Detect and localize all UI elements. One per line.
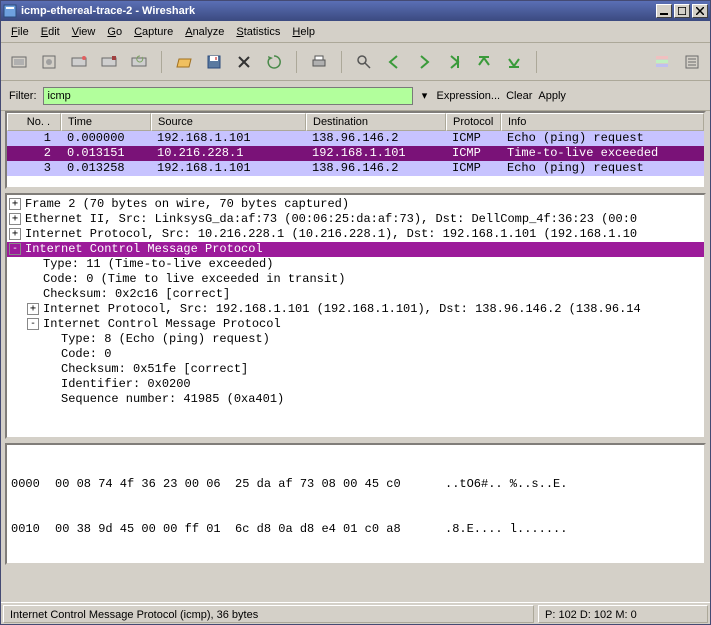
menu-capture[interactable]: Capture [128,24,179,40]
toolbar-separator [296,51,297,73]
tree-ip[interactable]: +Internet Protocol, Src: 10.216.228.1 (1… [7,227,704,242]
packet-bytes-pane[interactable]: 000000 08 74 4f 36 23 00 06 25 da af 73 … [5,443,706,565]
tree-icmp-selected[interactable]: -Internet Control Message Protocol [7,242,704,257]
expand-icon[interactable]: + [9,198,21,210]
menu-view[interactable]: View [66,24,102,40]
filter-input[interactable] [43,87,413,105]
expand-icon[interactable]: + [27,303,39,315]
toolbar-separator [341,51,342,73]
go-back-icon[interactable] [382,50,406,74]
menu-help[interactable]: Help [286,24,321,40]
menu-statistics[interactable]: Statistics [230,24,286,40]
maximize-button[interactable] [674,4,690,18]
packet-row[interactable]: 1 0.000000 192.168.1.101 138.96.146.2 IC… [7,131,704,146]
capture-options-icon[interactable] [37,50,61,74]
reload-icon[interactable] [262,50,286,74]
hex-row[interactable]: 001000 38 9d 45 00 00 ff 01 6c d8 0a d8 … [11,522,700,537]
tree-inner-ip[interactable]: +Internet Protocol, Src: 192.168.1.101 (… [7,302,704,317]
filter-expression-link[interactable]: Expression... [437,90,501,102]
close-button[interactable] [692,4,708,18]
colorize-icon[interactable] [650,50,674,74]
close-file-icon[interactable] [232,50,256,74]
auto-scroll-icon[interactable] [680,50,704,74]
tree-field[interactable]: Checksum: 0x2c16 [correct] [7,287,704,302]
filter-clear-link[interactable]: Clear [506,90,532,102]
packet-list-pane[interactable]: No. . Time Source Destination Protocol I… [5,111,706,189]
collapse-icon[interactable]: - [9,243,21,255]
app-icon [3,4,17,18]
menu-go[interactable]: Go [101,24,128,40]
filter-bar: Filter: ▾ Expression... Clear Apply [1,81,710,111]
col-no[interactable]: No. . [7,113,61,131]
packet-list-header: No. . Time Source Destination Protocol I… [7,113,704,131]
open-icon[interactable] [172,50,196,74]
find-icon[interactable] [352,50,376,74]
col-source[interactable]: Source [151,113,306,131]
col-info[interactable]: Info [501,113,704,131]
packet-row[interactable]: 3 0.013258 192.168.1.101 138.96.146.2 IC… [7,161,704,176]
tree-ethernet[interactable]: +Ethernet II, Src: LinksysG_da:af:73 (00… [7,212,704,227]
start-capture-icon[interactable] [67,50,91,74]
go-first-icon[interactable] [472,50,496,74]
menu-analyze[interactable]: Analyze [179,24,230,40]
tree-frame[interactable]: +Frame 2 (70 bytes on wire, 70 bytes cap… [7,197,704,212]
tree-field[interactable]: Code: 0 [7,347,704,362]
go-to-packet-icon[interactable] [442,50,466,74]
window-title: icmp-ethereal-trace-2 - Wireshark [21,5,654,17]
interfaces-icon[interactable] [7,50,31,74]
titlebar: icmp-ethereal-trace-2 - Wireshark [1,1,710,21]
tree-field[interactable]: Code: 0 (Time to live exceeded in transi… [7,272,704,287]
tree-field[interactable]: Sequence number: 41985 (0xa401) [7,392,704,407]
col-time[interactable]: Time [61,113,151,131]
go-forward-icon[interactable] [412,50,436,74]
restart-capture-icon[interactable] [127,50,151,74]
filter-label: Filter: [9,90,37,102]
toolbar-separator [536,51,537,73]
expand-icon[interactable]: + [9,228,21,240]
go-last-icon[interactable] [502,50,526,74]
toolbar [1,43,710,81]
col-destination[interactable]: Destination [306,113,446,131]
print-icon[interactable] [307,50,331,74]
statusbar: Internet Control Message Protocol (icmp)… [1,602,710,624]
tree-field[interactable]: Type: 11 (Time-to-live exceeded) [7,257,704,272]
tree-field[interactable]: Checksum: 0x51fe [correct] [7,362,704,377]
menu-file[interactable]: File [5,24,35,40]
minimize-button[interactable] [656,4,672,18]
filter-apply-link[interactable]: Apply [538,90,566,102]
tree-field[interactable]: Identifier: 0x0200 [7,377,704,392]
hex-row[interactable]: 000000 08 74 4f 36 23 00 06 25 da af 73 … [11,477,700,492]
stop-capture-icon[interactable] [97,50,121,74]
filter-dropdown-icon[interactable]: ▾ [419,89,431,102]
tree-field[interactable]: Type: 8 (Echo (ping) request) [7,332,704,347]
packet-row-selected[interactable]: 2 0.013151 10.216.228.1 192.168.1.101 IC… [7,146,704,161]
packet-details-pane[interactable]: +Frame 2 (70 bytes on wire, 70 bytes cap… [5,193,706,439]
col-protocol[interactable]: Protocol [446,113,501,131]
collapse-icon[interactable]: - [27,318,39,330]
tree-inner-icmp[interactable]: -Internet Control Message Protocol [7,317,704,332]
status-left: Internet Control Message Protocol (icmp)… [3,605,534,623]
menu-edit[interactable]: Edit [35,24,66,40]
save-icon[interactable] [202,50,226,74]
expand-icon[interactable]: + [9,213,21,225]
menubar: File Edit View Go Capture Analyze Statis… [1,21,710,43]
toolbar-separator [161,51,162,73]
status-right: P: 102 D: 102 M: 0 [538,605,708,623]
